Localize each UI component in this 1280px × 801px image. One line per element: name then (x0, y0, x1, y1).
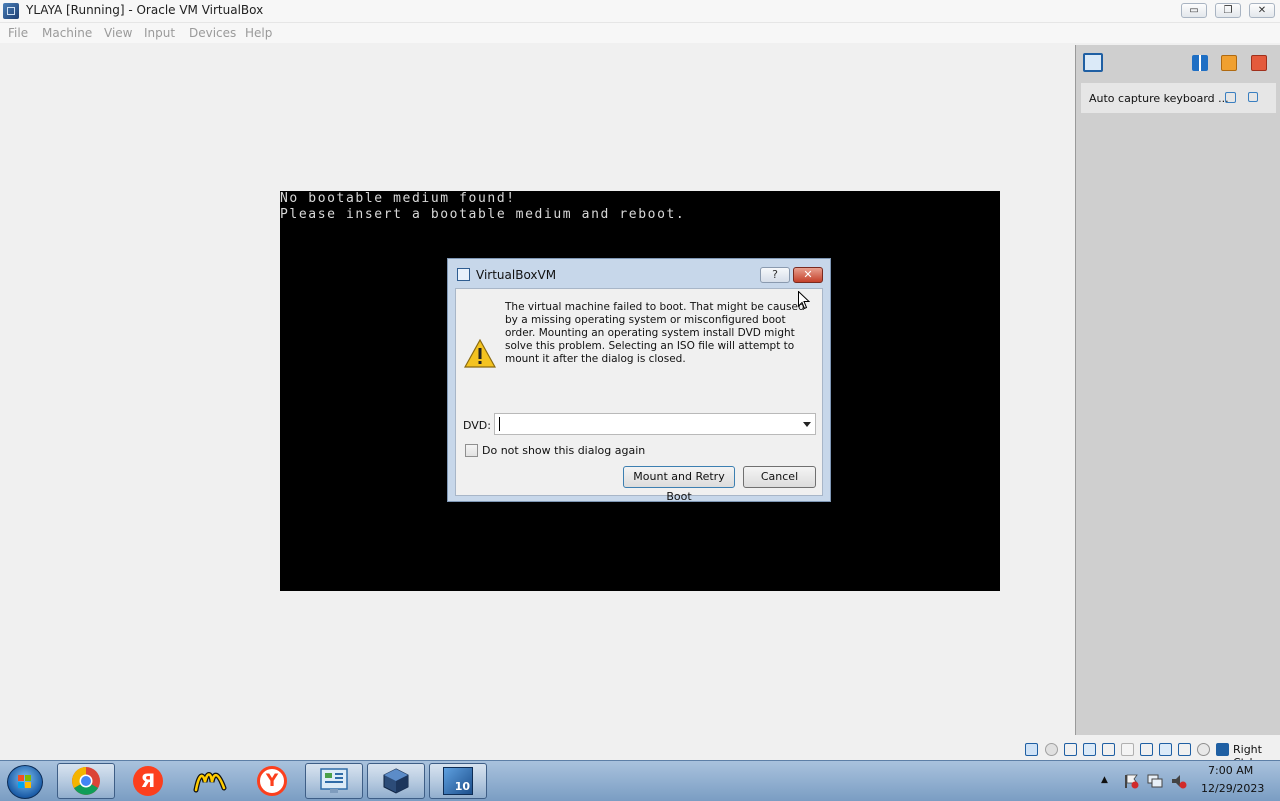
mouse-pointer-icon (798, 291, 810, 310)
taskbar-yandex-market[interactable] (181, 763, 239, 799)
close-notification-icon[interactable] (1248, 92, 1258, 102)
dvd-label: DVD: (463, 419, 491, 432)
window-title: YLAYA [Running] - Oracle VM VirtualBox (26, 3, 264, 17)
dvd-input[interactable] (498, 416, 788, 432)
action-center-flag-icon[interactable] (1123, 773, 1139, 789)
virtualbox-app-icon (3, 3, 19, 19)
boot-instruction-line: Please insert a bootable medium and rebo… (280, 207, 686, 222)
sort-icon[interactable] (1192, 55, 1208, 71)
dialog-message: The virtual machine failed to boot. That… (505, 301, 805, 365)
menu-machine[interactable]: Machine (42, 26, 92, 40)
chrome-icon (72, 767, 100, 795)
taskbar-virtualbox-manager[interactable] (367, 763, 425, 799)
show-hidden-icons-button[interactable]: ▲ (1101, 775, 1108, 785)
menubar: File Machine View Input Devices Help (0, 23, 1280, 43)
virtualbox-icon (383, 768, 409, 794)
close-window-button[interactable]: ✕ (1249, 3, 1275, 18)
windows-logo-icon (18, 775, 31, 788)
start-button[interactable] (7, 765, 43, 799)
optical-drive-icon[interactable] (1045, 743, 1058, 756)
dialog-close-button[interactable]: ✕ (793, 267, 823, 283)
toggle-done-icon[interactable] (1221, 55, 1237, 71)
vm-os-badge: 10 (454, 780, 470, 793)
virtualbox-vm-icon: 10 (443, 767, 473, 795)
mouse-integration-icon[interactable] (1197, 743, 1210, 756)
taskbar-chrome[interactable] (57, 763, 115, 799)
shared-folders-icon[interactable] (1121, 743, 1134, 756)
minimize-button[interactable]: ▭ (1181, 3, 1207, 18)
taskbar-virtualbox-vm[interactable]: 10 (429, 763, 487, 799)
dialog-title: VirtualBoxVM (476, 268, 557, 282)
dialog-app-icon (457, 268, 470, 281)
video-capture-icon[interactable] (1159, 743, 1172, 756)
yandex-market-icon (193, 772, 227, 793)
cancel-button[interactable]: Cancel (743, 466, 816, 488)
control-panel-icon (320, 768, 348, 793)
dialog-titlebar[interactable]: VirtualBoxVM ? ✕ (448, 259, 830, 287)
window-titlebar: YLAYA [Running] - Oracle VM VirtualBox ▭… (0, 0, 1280, 23)
clock-date[interactable]: 12/29/2023 (1201, 782, 1264, 795)
menu-help[interactable]: Help (245, 26, 272, 40)
cpu-icon[interactable] (1178, 743, 1191, 756)
boot-failure-dialog: VirtualBoxVM ? ✕ The virtual machine fai… (447, 258, 831, 503)
warning-icon (464, 339, 496, 368)
dropdown-arrow-icon[interactable] (803, 422, 811, 427)
volume-muted-icon[interactable] (1171, 773, 1187, 789)
keyboard-capture-icon[interactable] (1216, 743, 1229, 756)
yandex-browser-icon: Y (257, 766, 287, 796)
notification-text: Auto capture keyboard ... (1089, 92, 1229, 105)
menu-file[interactable]: File (8, 26, 28, 40)
taskbar-yandex[interactable]: Я (119, 763, 177, 799)
network-icon[interactable] (1083, 743, 1096, 756)
help-link-icon[interactable] (1225, 92, 1236, 103)
dont-show-again-label[interactable]: Do not show this dialog again (482, 444, 645, 457)
dvd-combobox[interactable] (494, 413, 816, 435)
dialog-help-button[interactable]: ? (760, 267, 790, 283)
notification-center-icon[interactable] (1083, 53, 1103, 72)
taskbar-control-panel[interactable] (305, 763, 363, 799)
mount-and-retry-boot-button[interactable]: Mount and Retry Boot (623, 466, 735, 503)
taskbar-yandex-browser[interactable]: Y (243, 763, 301, 799)
notification-center-panel: Auto capture keyboard ... (1075, 45, 1280, 735)
dialog-body: The virtual machine failed to boot. That… (455, 288, 823, 503)
taskbar: Я Y 10 ▲ (0, 760, 1280, 801)
dont-show-again-checkbox[interactable] (465, 444, 478, 457)
restore-button[interactable]: ❐ (1215, 3, 1241, 18)
dismiss-all-icon[interactable] (1251, 55, 1267, 71)
text-caret (499, 417, 500, 431)
display-icon[interactable] (1140, 743, 1153, 756)
clock-time[interactable]: 7:00 AM (1208, 764, 1253, 777)
audio-icon[interactable] (1064, 743, 1077, 756)
network-tray-icon[interactable] (1147, 773, 1163, 789)
menu-devices[interactable]: Devices (189, 26, 236, 40)
usb-icon[interactable] (1102, 743, 1115, 756)
boot-error-line: No bootable medium found! (280, 191, 516, 206)
hard-disk-icon[interactable] (1025, 743, 1038, 756)
menu-view[interactable]: View (104, 26, 132, 40)
menu-input[interactable]: Input (144, 26, 175, 40)
yandex-ya-icon: Я (133, 766, 163, 796)
